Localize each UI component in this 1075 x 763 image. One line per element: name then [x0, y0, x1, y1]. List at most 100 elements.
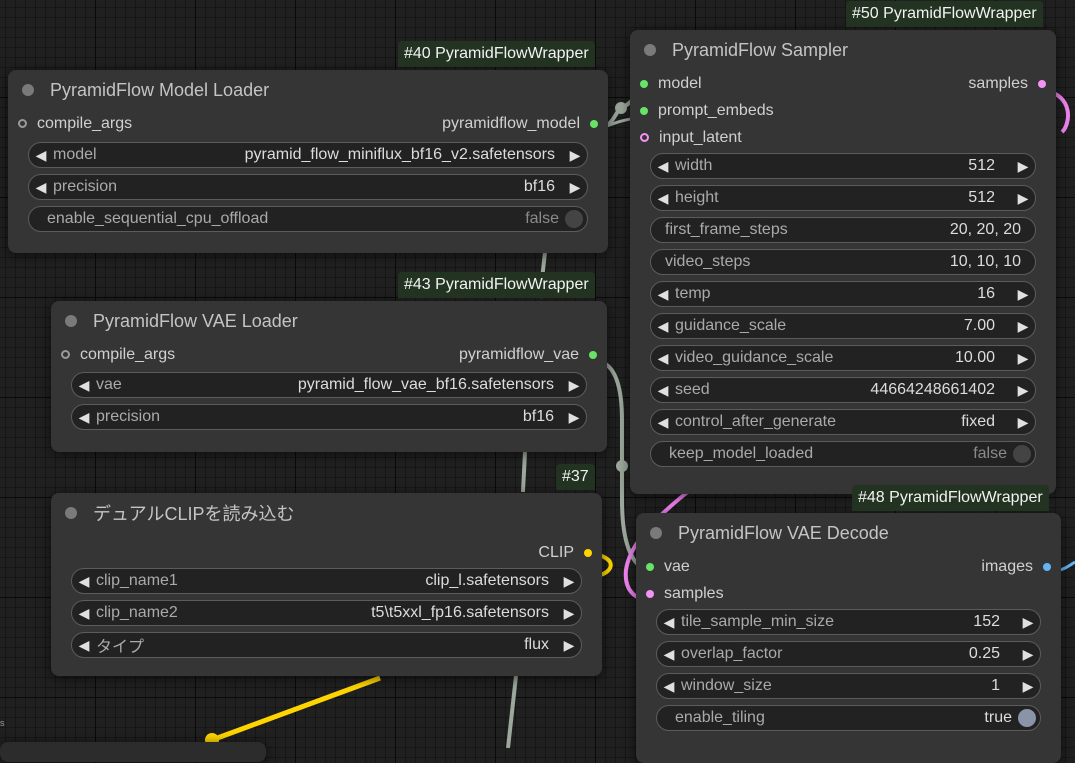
input-slot-compile-args[interactable]: compile_args [61, 341, 175, 368]
slot-dot-icon[interactable] [646, 562, 654, 571]
right-arrow-icon[interactable]: ▶ [563, 179, 587, 196]
guidance-scale-stepper[interactable]: ◀ guidance_scale 7.00 ▶ [650, 313, 1036, 339]
input-slot-input-latent[interactable]: input_latent [640, 124, 742, 151]
right-arrow-icon[interactable]: ▶ [1016, 678, 1040, 695]
collapse-dot[interactable] [644, 44, 656, 56]
right-arrow-icon[interactable]: ▶ [1011, 286, 1035, 303]
right-arrow-icon[interactable]: ▶ [557, 605, 581, 622]
slot-dot-icon[interactable] [18, 119, 27, 128]
slot-dot-icon[interactable] [640, 133, 649, 142]
model-loader-node[interactable]: PyramidFlow Model Loader compile_args py… [8, 70, 608, 253]
output-slot-samples[interactable]: samples [968, 70, 1046, 97]
slot-dot-icon[interactable] [590, 119, 598, 128]
height-stepper[interactable]: ◀ height 512 ▶ [650, 185, 1036, 211]
left-arrow-icon[interactable]: ◀ [657, 646, 681, 663]
width-stepper[interactable]: ◀ width 512 ▶ [650, 153, 1036, 179]
left-arrow-icon[interactable]: ◀ [29, 147, 53, 164]
left-arrow-icon[interactable]: ◀ [651, 286, 675, 303]
video-guidance-scale-stepper[interactable]: ◀ video_guidance_scale 10.00 ▶ [650, 345, 1036, 371]
right-arrow-icon[interactable]: ▶ [1016, 614, 1040, 631]
overlap-factor-stepper[interactable]: ◀ overlap_factor 0.25 ▶ [656, 641, 1041, 667]
output-slot-pyramidflow-model[interactable]: pyramidflow_model [442, 110, 598, 137]
sampler-node[interactable]: PyramidFlow Sampler model samples prompt… [630, 30, 1056, 494]
input-slot-vae[interactable]: vae [646, 553, 690, 580]
left-arrow-icon[interactable]: ◀ [651, 190, 675, 207]
left-arrow-icon[interactable]: ◀ [657, 614, 681, 631]
left-arrow-icon[interactable]: ◀ [657, 678, 681, 695]
collapse-dot[interactable] [65, 507, 77, 519]
right-arrow-icon[interactable]: ▶ [562, 377, 586, 394]
left-arrow-icon[interactable]: ◀ [651, 414, 675, 431]
node-header[interactable]: PyramidFlow Model Loader [8, 70, 608, 110]
input-slot-compile-args[interactable]: compile_args [18, 110, 132, 137]
left-arrow-icon[interactable]: ◀ [72, 637, 96, 654]
collapse-dot[interactable] [650, 527, 662, 539]
clip-loader-node[interactable]: デュアルCLIPを読み込む CLIP ◀ clip_name1 clip_l.s… [51, 493, 602, 676]
offload-toggle[interactable]: enable_sequential_cpu_offload false [28, 206, 588, 232]
left-arrow-icon[interactable]: ◀ [651, 382, 675, 399]
left-arrow-icon[interactable]: ◀ [72, 377, 96, 394]
slot-dot-icon[interactable] [640, 79, 648, 88]
precision-combo[interactable]: ◀ precision bf16 ▶ [28, 174, 588, 200]
left-arrow-icon[interactable]: ◀ [72, 605, 96, 622]
slot-dot-icon[interactable] [1038, 79, 1046, 88]
precision-combo[interactable]: ◀ precision bf16 ▶ [71, 404, 587, 430]
video-steps-input[interactable]: video_steps 10, 10, 10 [650, 249, 1036, 275]
right-arrow-icon[interactable]: ▶ [1011, 382, 1035, 399]
collapse-dot[interactable] [22, 84, 34, 96]
clip-name1-combo[interactable]: ◀ clip_name1 clip_l.safetensors ▶ [71, 568, 582, 594]
slot-dot-icon[interactable] [1043, 562, 1051, 571]
left-arrow-icon[interactable]: ◀ [29, 179, 53, 196]
node-header[interactable]: PyramidFlow Sampler [630, 30, 1056, 70]
toggle-knob-icon[interactable] [1018, 709, 1036, 727]
right-arrow-icon[interactable]: ▶ [563, 147, 587, 164]
right-arrow-icon[interactable]: ▶ [557, 637, 581, 654]
first-frame-steps-input[interactable]: first_frame_steps 20, 20, 20 [650, 217, 1036, 243]
left-arrow-icon[interactable]: ◀ [651, 158, 675, 175]
slot-dot-icon[interactable] [584, 548, 592, 557]
toggle-knob-icon[interactable] [1013, 445, 1031, 463]
left-arrow-icon[interactable]: ◀ [72, 573, 96, 590]
tile-sample-min-size-stepper[interactable]: ◀ tile_sample_min_size 152 ▶ [656, 609, 1041, 635]
slot-dot-icon[interactable] [640, 106, 648, 115]
temp-stepper[interactable]: ◀ temp 16 ▶ [650, 281, 1036, 307]
model-combo[interactable]: ◀ model pyramid_flow_miniflux_bf16_v2.sa… [28, 142, 588, 168]
right-arrow-icon[interactable]: ▶ [562, 409, 586, 426]
node-header[interactable]: デュアルCLIPを読み込む [51, 493, 602, 533]
input-slot-prompt-embeds[interactable]: prompt_embeds [640, 97, 774, 124]
vae-combo[interactable]: ◀ vae pyramid_flow_vae_bf16.safetensors … [71, 372, 587, 398]
vae-decode-node[interactable]: PyramidFlow VAE Decode vae images sample… [636, 513, 1061, 763]
node-header[interactable]: PyramidFlow VAE Loader [51, 301, 607, 341]
right-arrow-icon[interactable]: ▶ [1011, 190, 1035, 207]
toggle-knob-icon[interactable] [565, 210, 583, 228]
keep-model-loaded-toggle[interactable]: keep_model_loaded false [650, 441, 1036, 467]
output-slot-clip[interactable]: CLIP [538, 539, 592, 566]
type-combo[interactable]: ◀ タイプ flux ▶ [71, 632, 582, 658]
left-arrow-icon[interactable]: ◀ [72, 409, 96, 426]
right-arrow-icon[interactable]: ▶ [557, 573, 581, 590]
clip-name2-combo[interactable]: ◀ clip_name2 t5\t5xxl_fp16.safetensors ▶ [71, 600, 582, 626]
enable-tiling-toggle[interactable]: enable_tiling true [656, 705, 1041, 731]
right-arrow-icon[interactable]: ▶ [1011, 414, 1035, 431]
node-header[interactable]: PyramidFlow VAE Decode [636, 513, 1061, 553]
widget-label: video_guidance_scale [675, 349, 834, 366]
left-arrow-icon[interactable]: ◀ [651, 350, 675, 367]
window-size-stepper[interactable]: ◀ window_size 1 ▶ [656, 673, 1041, 699]
control-after-generate-combo[interactable]: ◀ control_after_generate fixed ▶ [650, 409, 1036, 435]
right-arrow-icon[interactable]: ▶ [1011, 158, 1035, 175]
right-arrow-icon[interactable]: ▶ [1016, 646, 1040, 663]
seed-stepper[interactable]: ◀ seed 44664248661402 ▶ [650, 377, 1036, 403]
input-slot-samples[interactable]: samples [646, 580, 724, 607]
vae-loader-node[interactable]: PyramidFlow VAE Loader compile_args pyra… [51, 301, 607, 452]
input-slot-model[interactable]: model [640, 70, 702, 97]
slot-dot-icon[interactable] [61, 350, 70, 359]
partial-node[interactable] [0, 742, 266, 762]
slot-dot-icon[interactable] [589, 350, 597, 359]
right-arrow-icon[interactable]: ▶ [1011, 318, 1035, 335]
left-arrow-icon[interactable]: ◀ [651, 318, 675, 335]
output-slot-images[interactable]: images [981, 553, 1051, 580]
slot-dot-icon[interactable] [646, 589, 654, 598]
output-slot-pyramidflow-vae[interactable]: pyramidflow_vae [459, 341, 597, 368]
right-arrow-icon[interactable]: ▶ [1011, 350, 1035, 367]
collapse-dot[interactable] [65, 315, 77, 327]
